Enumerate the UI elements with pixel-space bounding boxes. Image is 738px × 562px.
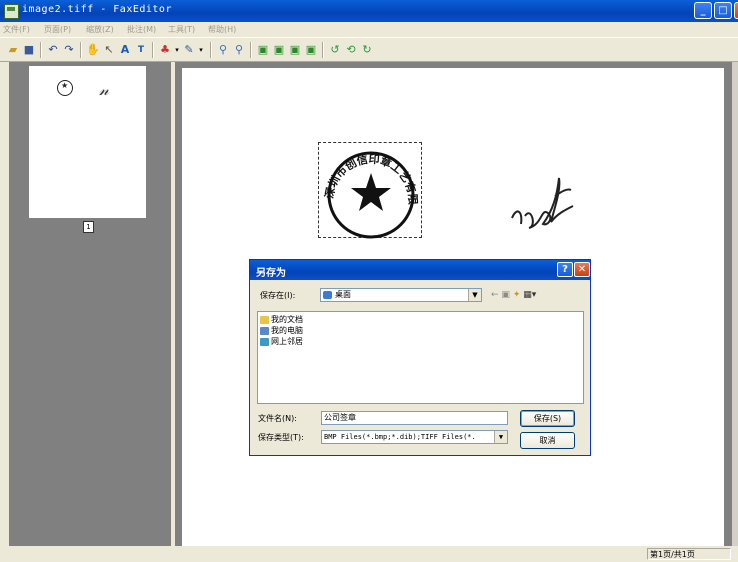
text-icon[interactable]: A	[118, 43, 132, 57]
save-icon[interactable]: ■	[22, 43, 36, 57]
toolbar-separator	[80, 42, 82, 58]
chevron-down-icon[interactable]: ▼	[494, 431, 507, 443]
menu-help[interactable]: 帮助(H)	[208, 24, 236, 35]
fit-page-icon[interactable]: ▣	[288, 43, 302, 57]
seal-graphic: 深圳市创信印章工艺有限公司	[319, 143, 420, 239]
chevron-down-icon[interactable]: ▼	[468, 289, 481, 301]
menu-annotate[interactable]: 批注(M)	[127, 24, 156, 35]
menu-page[interactable]: 页面(P)	[44, 24, 71, 35]
file-list[interactable]: 我的文档 我的电脑 网上邻居	[257, 311, 584, 404]
filetype-label: 保存类型(T):	[258, 433, 304, 442]
zoom-out-icon[interactable]: ⚲	[232, 43, 246, 57]
view-menu-icon[interactable]: ▦▾	[523, 290, 536, 300]
toolbar-separator	[210, 42, 212, 58]
text-frame-icon[interactable]: T	[134, 43, 148, 57]
rotate-right-icon[interactable]: ↻	[360, 43, 374, 57]
window-title: image2.tiff - FaxEditor	[22, 4, 172, 15]
undo-icon[interactable]: ↶	[46, 43, 60, 57]
select-arrow-icon[interactable]: ↖	[102, 43, 116, 57]
thumbnail-page-number: 1	[83, 221, 94, 233]
title-bar: image2.tiff - FaxEditor _ □ ✕	[0, 0, 738, 22]
help-button[interactable]: ?	[557, 262, 573, 277]
rotate-left-icon[interactable]: ↺	[328, 43, 342, 57]
actual-size-icon[interactable]: ▣	[304, 43, 318, 57]
filename-field[interactable]: 公司签章	[321, 411, 508, 425]
maximize-button[interactable]: □	[714, 2, 732, 19]
thumbnail-seal-icon	[57, 80, 73, 96]
nav-icons: ← ▣ ✦ ▦▾	[491, 290, 536, 300]
redo-icon[interactable]: ↷	[62, 43, 76, 57]
save-in-label: 保存在(I):	[260, 291, 296, 300]
computer-icon	[260, 326, 269, 335]
folder-documents-icon	[260, 315, 269, 324]
back-icon[interactable]: ←	[491, 290, 499, 300]
close-button[interactable]: ✕	[734, 2, 738, 19]
network-icon	[260, 337, 269, 346]
filetype-value: BMP Files(*.bmp;*.dib);TIFF Files(*.	[324, 433, 476, 441]
pen-dropdown-icon[interactable]: ▾	[194, 43, 208, 57]
up-folder-icon[interactable]: ▣	[501, 290, 510, 300]
fit-width-icon[interactable]: ▣	[256, 43, 270, 57]
hand-icon[interactable]: ✋	[86, 43, 100, 57]
menu-bar: 文件(F) 页面(P) 缩放(Z) 批注(M) 工具(T) 帮助(H)	[0, 22, 738, 36]
handwritten-signature	[511, 177, 574, 229]
list-item[interactable]: 我的文档	[260, 314, 303, 325]
dialog-close-button[interactable]: ✕	[574, 262, 590, 277]
rotate-icon[interactable]: ⟲	[344, 43, 358, 57]
menu-zoom[interactable]: 缩放(Z)	[86, 24, 114, 35]
toolbar-separator	[322, 42, 324, 58]
list-item[interactable]: 我的电脑	[260, 325, 303, 336]
save-button[interactable]: 保存(S)	[520, 410, 575, 427]
dialog-title-bar: 另存为 ? ✕	[250, 260, 590, 280]
toolbar-separator	[152, 42, 154, 58]
filetype-dropdown[interactable]: BMP Files(*.bmp;*.dib);TIFF Files(*. ▼	[321, 430, 508, 444]
toolbar: ▰ ■ ↶ ↷ ✋ ↖ A T ♣ ▾ ✎ ▾ ⚲ ⚲ ▣ ▣ ▣ ▣ ↺ ⟲ …	[0, 37, 738, 62]
save-as-dialog: 另存为 ? ✕ 保存在(I): 桌面 ▼ ← ▣ ✦ ▦▾ 我的文档 我的电脑 …	[249, 259, 591, 456]
toolbar-separator	[40, 42, 42, 58]
thumbnail-pane[interactable]: 𝓃 1	[9, 62, 171, 546]
minimize-button[interactable]: _	[694, 2, 712, 19]
status-bar: 第1页/共1页	[0, 546, 738, 562]
new-folder-icon[interactable]: ✦	[513, 290, 521, 300]
menu-tools[interactable]: 工具(T)	[168, 24, 195, 35]
dialog-title: 另存为	[256, 268, 286, 279]
menu-file[interactable]: 文件(F)	[3, 24, 30, 35]
thumbnail-signature-icon: 𝓃	[99, 80, 109, 99]
zoom-in-icon[interactable]: ⚲	[216, 43, 230, 57]
save-in-dropdown[interactable]: 桌面 ▼	[320, 288, 482, 302]
page-indicator: 第1页/共1页	[647, 548, 731, 560]
list-item[interactable]: 网上邻居	[260, 336, 303, 347]
toolbar-separator	[250, 42, 252, 58]
cancel-button[interactable]: 取消	[520, 432, 575, 449]
page-thumbnail[interactable]: 𝓃	[29, 66, 146, 218]
fit-height-icon[interactable]: ▣	[272, 43, 286, 57]
open-icon[interactable]: ▰	[6, 43, 20, 57]
company-seal[interactable]: 深圳市创信印章工艺有限公司	[318, 142, 422, 239]
desktop-icon	[323, 290, 332, 299]
filename-label: 文件名(N):	[258, 414, 297, 423]
save-in-value: 桌面	[335, 290, 351, 299]
vertical-scrollbar[interactable]	[732, 62, 738, 546]
app-icon	[4, 4, 19, 19]
